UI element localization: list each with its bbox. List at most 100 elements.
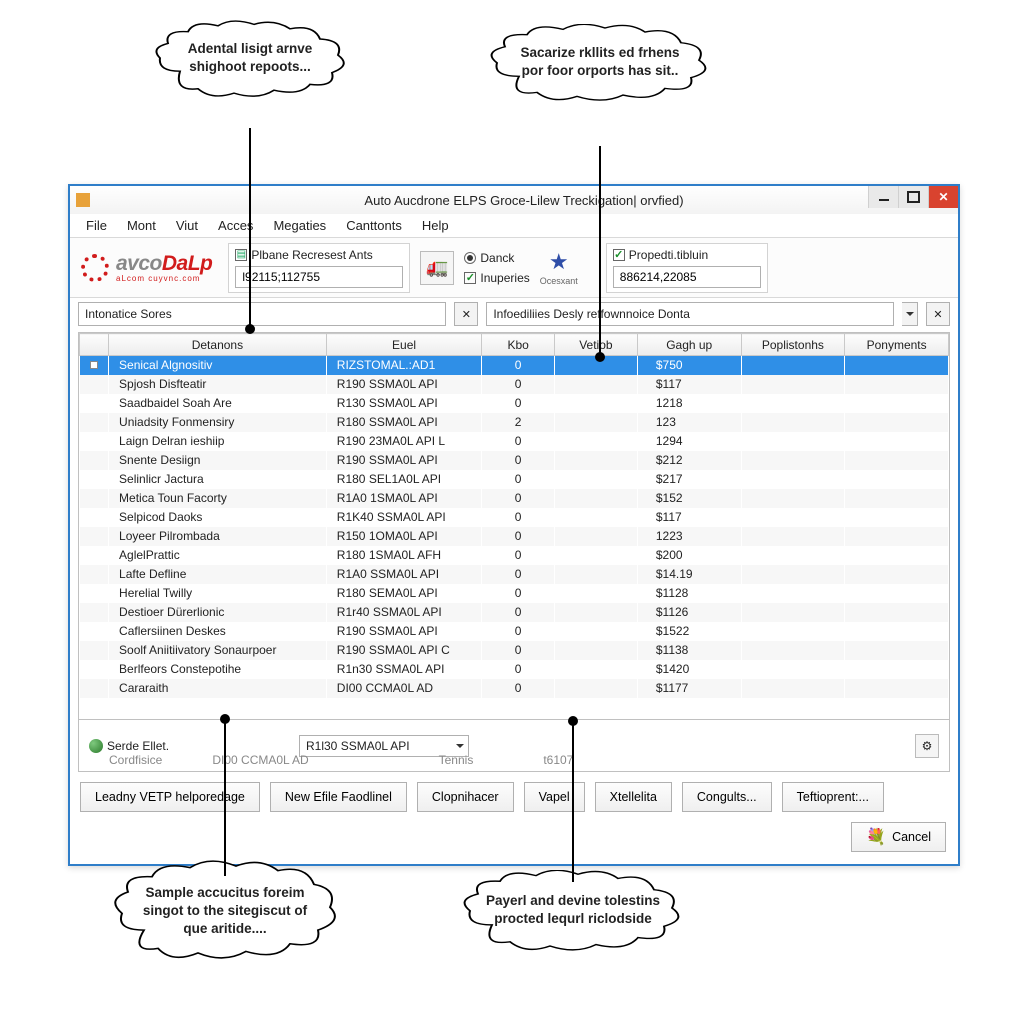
cell-pon [845, 679, 949, 698]
cell-euel: R190 SSMA0L API [326, 375, 482, 394]
btn-leadny[interactable]: Leadny VETP helporedage [80, 782, 260, 812]
col-header[interactable]: Ponyments [845, 334, 949, 356]
cell-pop [741, 375, 845, 394]
cell-pop [741, 641, 845, 660]
cell-name: Senical Algnositiv [109, 356, 327, 375]
cell-name: Spjosh Disfteatir [109, 375, 327, 394]
table-row[interactable]: Snente DesiignR190 SSMA0L API0$212 [80, 451, 949, 470]
cell-vet [554, 451, 637, 470]
col-header[interactable]: Gagh up [637, 334, 741, 356]
group3-input[interactable] [613, 266, 761, 288]
btn-vapel[interactable]: Vapel [524, 782, 585, 812]
cell-gag: $1126 [637, 603, 741, 622]
star-button[interactable]: ★ Ocesxant [540, 249, 578, 286]
cell-euel: DI00 CCMA0L AD [326, 679, 482, 698]
search-left-field[interactable]: Intonatice Sores [78, 302, 446, 326]
table-row[interactable]: Herelial TwillyR180 SEMA0L API0$1128 [80, 584, 949, 603]
btn-new-efile[interactable]: New Efile Faodlinel [270, 782, 407, 812]
menu-help[interactable]: Help [412, 215, 459, 236]
search-clear-button[interactable]: ✕ [454, 302, 478, 326]
cancel-button[interactable]: 💐Cancel [851, 822, 946, 852]
callout-top-right: Sacarize rkllits ed frhens por foor orpo… [485, 24, 715, 104]
cell-vet [554, 546, 637, 565]
toolbar-group-1: ▤Plbane Recresest Ants [228, 243, 410, 293]
fade-euel: DI00 CCMA0L AD [212, 753, 308, 767]
table-row[interactable]: Berlfeors ConstepotiheR1n30 SSMA0L API0$… [80, 660, 949, 679]
toolbar: avcoDaLp aLcom cuyvnc.com ▤Plbane Recres… [70, 238, 958, 298]
cell-kbo: 0 [482, 679, 555, 698]
cell-gag: $750 [637, 356, 741, 375]
cell-euel: R190 SSMA0L API C [326, 641, 482, 660]
cell-euel: R190 SSMA0L API [326, 622, 482, 641]
cell-name: Snente Desiign [109, 451, 327, 470]
table-row[interactable]: Selpicod DaoksR1K40 SSMA0L API0$117 [80, 508, 949, 527]
cell-euel: R180 SEL1A0L API [326, 470, 482, 489]
btn-congults[interactable]: Congults... [682, 782, 772, 812]
menu-mont[interactable]: Mont [117, 215, 166, 236]
table-row[interactable]: Soolf Aniitiivatory SonaurpoerR190 SSMA0… [80, 641, 949, 660]
table-row[interactable]: Caflersiinen DeskesR190 SSMA0L API0$1522 [80, 622, 949, 641]
cell-euel: R1K40 SSMA0L API [326, 508, 482, 527]
cell-vet [554, 565, 637, 584]
cell-kbo: 0 [482, 527, 555, 546]
search-right-field[interactable]: Infoediliies Desly reffownnoice Donta [486, 302, 894, 326]
subrow-action-button[interactable]: ⚙ [915, 734, 939, 758]
group1-input[interactable] [235, 266, 403, 288]
titlebar[interactable]: Auto Aucdrone ELPS Groce-Lilew Treckigat… [70, 186, 958, 214]
table-row[interactable]: Destioer DürerlionicR1r40 SSMA0L API0$11… [80, 603, 949, 622]
table-row[interactable]: Loyeer PilrombadaR150 1OMA0L API01223 [80, 527, 949, 546]
star-icon: ★ [549, 249, 569, 275]
col-header[interactable]: Kbo [482, 334, 555, 356]
cell-name: Berlfeors Constepotihe [109, 660, 327, 679]
search-right-value: Infoediliies Desly reffownnoice Donta [493, 307, 690, 321]
col-header[interactable]: Euel [326, 334, 482, 356]
col-header[interactable]: Detanons [109, 334, 327, 356]
radio-danck[interactable] [464, 252, 476, 264]
check-inuperies[interactable] [464, 272, 476, 284]
table-row[interactable]: AglelPratticR180 1SMA0L AFH0$200 [80, 546, 949, 565]
table-row[interactable]: Spjosh DisfteatirR190 SSMA0L API0$117 [80, 375, 949, 394]
maximize-button[interactable] [898, 186, 928, 208]
menu-acces[interactable]: Acces [208, 215, 263, 236]
col-header[interactable]: Poplistonhs [741, 334, 845, 356]
table-row[interactable]: Uniadsity FonmensiryR180 SSMA0L API2123 [80, 413, 949, 432]
logo-text-b: DaLp [162, 252, 213, 275]
table-row[interactable]: Laign Delran ieshiipR190 23MA0L API L012… [80, 432, 949, 451]
search-left-value: Intonatice Sores [85, 307, 172, 321]
search-go-button[interactable]: ✕ [926, 302, 950, 326]
table-row[interactable]: Selinlicr JacturaR180 SEL1A0L API0$217 [80, 470, 949, 489]
cell-icon [80, 622, 109, 641]
cell-gag: 1223 [637, 527, 741, 546]
btn-clopnihacer[interactable]: Clopnihacer [417, 782, 514, 812]
cell-kbo: 0 [482, 622, 555, 641]
close-button[interactable] [928, 186, 958, 208]
table-row[interactable]: Senical AlgnositivRIZSTOMAL.:AD10$750 [80, 356, 949, 375]
cell-kbo: 0 [482, 641, 555, 660]
cell-vet [554, 622, 637, 641]
cell-pon [845, 641, 949, 660]
search-right-dropdown[interactable] [902, 302, 918, 326]
subrow-combo-value: R1l30 SSMA0L API [306, 739, 410, 753]
menu-viut[interactable]: Viut [166, 215, 208, 236]
cell-icon [80, 489, 109, 508]
check-proped[interactable] [613, 249, 625, 261]
table-row[interactable]: CararaithDI00 CCMA0L AD0$1177 [80, 679, 949, 698]
cell-gag: $1420 [637, 660, 741, 679]
btn-xtellelita[interactable]: Xtellelita [595, 782, 672, 812]
cell-icon [80, 660, 109, 679]
col-header[interactable] [80, 334, 109, 356]
cell-name: Metica Toun Facorty [109, 489, 327, 508]
cell-gag: $1522 [637, 622, 741, 641]
btn-teftioprent[interactable]: Teftioprent:... [782, 782, 884, 812]
table-row[interactable]: Saadbaidel Soah AreR130 SSMA0L API01218 [80, 394, 949, 413]
vehicle-icon-button[interactable]: 🚛 [420, 251, 454, 285]
table-row[interactable]: Metica Toun FacortyR1A0 1SMA0L API0$152 [80, 489, 949, 508]
cell-icon [80, 565, 109, 584]
menu-canttonts[interactable]: Canttonts [336, 215, 412, 236]
menu-file[interactable]: File [76, 215, 117, 236]
cell-euel: R1A0 1SMA0L API [326, 489, 482, 508]
menu-megaties[interactable]: Megaties [263, 215, 336, 236]
minimize-button[interactable] [868, 186, 898, 208]
table-row[interactable]: Lafte DeflineR1A0 SSMA0L API0$14.19 [80, 565, 949, 584]
cell-icon [80, 546, 109, 565]
